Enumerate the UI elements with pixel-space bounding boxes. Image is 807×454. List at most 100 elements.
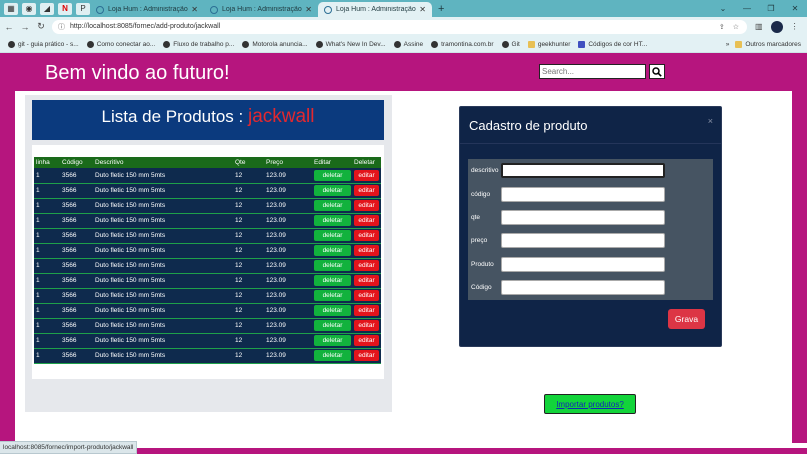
- cell-linha: 1: [36, 277, 40, 284]
- grava-button[interactable]: Grava: [668, 309, 705, 329]
- cell-qte: 12: [235, 171, 243, 179]
- preco-field[interactable]: [501, 233, 665, 248]
- cell-codigo: 3566: [62, 262, 77, 269]
- bookmark-item[interactable]: Motorola anuncia...: [242, 40, 308, 48]
- tab-close-icon[interactable]: ✕: [419, 5, 426, 14]
- cell-descritivo: Duto fletic 150 mm 5mts: [95, 262, 166, 269]
- browser-tab-active[interactable]: Loja Hum : Administração ✕: [318, 2, 432, 17]
- pinned-tab-4[interactable]: N: [58, 2, 72, 15]
- cell-qte: 12: [235, 262, 243, 269]
- delete-button[interactable]: deletar: [314, 305, 351, 316]
- delete-button[interactable]: deletar: [314, 169, 351, 181]
- cell-qte: 12: [235, 337, 243, 344]
- reload-icon[interactable]: ↻: [34, 21, 48, 32]
- edit-button[interactable]: editar: [354, 275, 379, 286]
- product-form-modal: Cadastro de produto × descritivo código …: [459, 106, 722, 347]
- cell-codigo: 3566: [62, 232, 77, 239]
- table-header-row: linha Código Descritivo Qte Preço Editar…: [34, 157, 381, 168]
- search-input[interactable]: [539, 64, 646, 79]
- bookmarks-more-icon[interactable]: »: [726, 41, 730, 48]
- bookmark-item[interactable]: git - guia prático - s...: [8, 40, 79, 48]
- bookmark-star-icon[interactable]: ☆: [733, 23, 739, 31]
- browser-toolbar: ← → ↻ ⓘ http://localhost:8085/fornec/add…: [0, 17, 807, 36]
- info-icon[interactable]: ⓘ: [58, 22, 65, 32]
- bookmark-item[interactable]: Códigos de cor HT...: [578, 40, 647, 48]
- bookmark-item[interactable]: Fluxo de trabalho p...: [163, 40, 234, 48]
- codigo-2-field[interactable]: [501, 280, 665, 295]
- pinned-tab-2[interactable]: ◉: [22, 2, 36, 15]
- delete-button[interactable]: deletar: [314, 335, 351, 346]
- delete-button[interactable]: deletar: [314, 230, 351, 241]
- tab-close-icon[interactable]: ✕: [305, 5, 312, 14]
- delete-button[interactable]: deletar: [314, 215, 351, 226]
- descritivo-field[interactable]: [501, 163, 665, 178]
- menu-dots-icon[interactable]: ⋮: [791, 22, 799, 31]
- tab-close-icon[interactable]: ✕: [191, 5, 198, 14]
- bookmark-item[interactable]: Git: [501, 40, 520, 48]
- table-row: 1 3566 Duto fletic 150 mm 5mts 12 123.09 dele…: [34, 168, 381, 183]
- cell-linha: 1: [36, 232, 40, 239]
- other-bookmarks[interactable]: Outros marcadores: [735, 40, 801, 48]
- close-icon[interactable]: ×: [708, 116, 713, 126]
- edit-button[interactable]: editar: [354, 215, 379, 226]
- pinned-tab-5[interactable]: P: [76, 2, 90, 15]
- cell-qte: 12: [235, 352, 243, 359]
- import-products-button[interactable]: Importar produtos?: [544, 394, 636, 414]
- minimize-icon[interactable]: —: [735, 4, 759, 13]
- edit-button[interactable]: editar: [354, 305, 379, 316]
- edit-button[interactable]: editar: [354, 200, 379, 211]
- search-button[interactable]: [649, 64, 665, 79]
- profile-avatar-icon[interactable]: [770, 20, 783, 33]
- tab-favicon-icon: [210, 5, 218, 14]
- share-icon[interactable]: ⇪: [719, 23, 725, 31]
- browser-tab[interactable]: Loja Hum : Administração ✕: [204, 2, 318, 17]
- bookmark-item[interactable]: Assine: [393, 40, 423, 48]
- cell-delete: deletar: [312, 168, 352, 183]
- codigo-field[interactable]: [501, 187, 665, 202]
- address-bar[interactable]: ⓘ http://localhost:8085/fornec/add-produ…: [52, 19, 747, 34]
- pinned-tab-3[interactable]: ◢: [40, 2, 54, 15]
- cell-preco: 123.09: [266, 217, 286, 224]
- folder-icon: [527, 40, 535, 48]
- delete-button[interactable]: deletar: [314, 275, 351, 286]
- forward-icon[interactable]: →: [18, 22, 32, 32]
- close-window-icon[interactable]: ✕: [783, 4, 807, 13]
- new-tab-icon[interactable]: +: [438, 3, 444, 15]
- edit-button[interactable]: editar: [354, 185, 379, 196]
- edit-button[interactable]: editar: [354, 260, 379, 271]
- cell-preco: 123.09: [266, 322, 286, 329]
- delete-button[interactable]: deletar: [314, 185, 351, 196]
- pinned-tab-1[interactable]: ▦: [4, 2, 18, 15]
- bookmark-item[interactable]: tramontina.com.br: [431, 40, 494, 48]
- browser-tab[interactable]: Loja Hum : Administração ✕: [90, 2, 204, 17]
- edit-button[interactable]: editar: [354, 335, 379, 346]
- bookmark-item[interactable]: Como conectar ao...: [86, 40, 155, 48]
- cell-preco: 123.09: [266, 247, 286, 254]
- edit-button[interactable]: editar: [354, 169, 379, 181]
- delete-button[interactable]: deletar: [314, 200, 351, 211]
- edit-button[interactable]: editar: [354, 245, 379, 256]
- edit-button[interactable]: editar: [354, 290, 379, 301]
- bookmark-item[interactable]: geekhunter: [527, 40, 570, 48]
- github-icon: [86, 40, 94, 48]
- delete-button[interactable]: deletar: [314, 290, 351, 301]
- cell-linha: 1: [36, 292, 40, 299]
- bookmark-item[interactable]: What's New In Dev...: [315, 40, 386, 48]
- cell-linha: 1: [36, 171, 40, 179]
- maximize-icon[interactable]: ❐: [759, 4, 783, 13]
- delete-button[interactable]: deletar: [314, 320, 351, 331]
- delete-button[interactable]: deletar: [314, 350, 351, 361]
- delete-button[interactable]: deletar: [314, 260, 351, 271]
- edit-button[interactable]: editar: [354, 230, 379, 241]
- produto-field[interactable]: [501, 257, 665, 272]
- github-icon: [431, 40, 439, 48]
- cell-descritivo: Duto fletic 150 mm 5mts: [95, 337, 166, 344]
- delete-button[interactable]: deletar: [314, 245, 351, 256]
- tab-search-icon[interactable]: ⌄: [711, 4, 735, 13]
- sidebar-icon[interactable]: ▥: [755, 22, 763, 31]
- back-icon[interactable]: ←: [2, 22, 16, 32]
- qte-field[interactable]: [501, 210, 665, 225]
- edit-button[interactable]: editar: [354, 350, 379, 361]
- cell-edit: editar: [352, 168, 381, 183]
- edit-button[interactable]: editar: [354, 320, 379, 331]
